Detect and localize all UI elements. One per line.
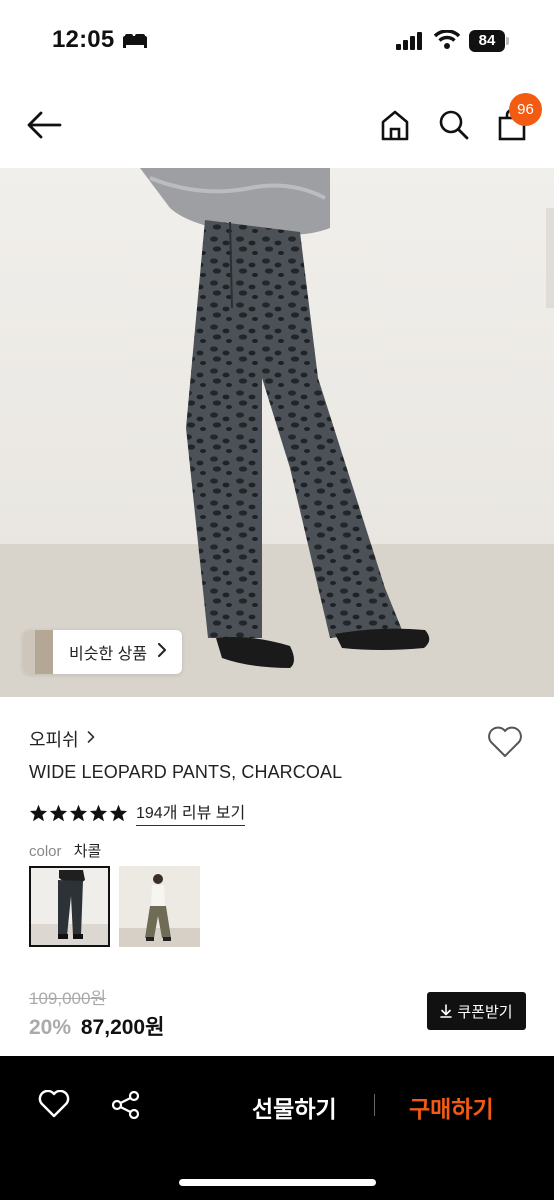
- brand-link[interactable]: 오피쉬: [29, 726, 95, 752]
- brand-name: 오피쉬: [29, 730, 79, 750]
- star-icon: [89, 804, 108, 821]
- color-swatch-charcoal[interactable]: [29, 866, 110, 947]
- color-swatch-khaki[interactable]: [119, 866, 200, 947]
- battery-tip: [506, 37, 509, 45]
- download-icon: [440, 1004, 453, 1018]
- product-title: WIDE LEOPARD PANTS, CHARCOAL: [29, 762, 343, 782]
- buy-button[interactable]: 구매하기: [409, 1090, 494, 1124]
- original-price: 109,000원: [29, 989, 107, 1008]
- chevron-right-icon: [87, 730, 95, 748]
- search-icon[interactable]: [438, 109, 470, 146]
- chevron-right-icon: [157, 642, 167, 662]
- wishlist-heart-icon[interactable]: [487, 726, 523, 763]
- bottom-heart-icon[interactable]: [38, 1089, 70, 1123]
- discount-rate: 20%: [29, 1016, 72, 1039]
- gift-button[interactable]: 선물하기: [252, 1090, 337, 1124]
- cart-count-badge: 96: [509, 93, 542, 126]
- bottom-action-bar: 선물하기 구매하기: [0, 1056, 554, 1200]
- swatch-thumbnail: [31, 868, 108, 945]
- sale-price: 87,200원: [80, 1016, 165, 1039]
- cellular-signal-icon: [396, 32, 424, 55]
- status-bar: 12:05 84: [0, 0, 554, 80]
- wifi-icon: [433, 29, 461, 55]
- review-link[interactable]: 194개 리뷰 보기: [136, 799, 246, 826]
- sleep-focus-icon: [122, 33, 148, 54]
- back-arrow-icon[interactable]: [26, 110, 62, 145]
- star-icon: [49, 804, 68, 821]
- similar-products-thumbnail: [23, 630, 53, 674]
- swatch-thumbnail: [119, 866, 200, 947]
- similar-products-button[interactable]: 비슷한 상품: [23, 630, 182, 674]
- similar-products-label: 비슷한 상품: [69, 646, 148, 663]
- home-indicator: [179, 1179, 376, 1186]
- home-icon[interactable]: [380, 109, 410, 146]
- battery-indicator: 84: [469, 30, 505, 52]
- product-photo-illustration: [0, 168, 554, 697]
- top-navigation: 96: [0, 80, 554, 168]
- color-row: color 차콜: [29, 840, 101, 861]
- star-icon: [29, 804, 48, 821]
- share-icon[interactable]: [111, 1090, 141, 1124]
- rating-row: 194개 리뷰 보기: [29, 799, 246, 826]
- star-icon: [109, 804, 128, 821]
- divider: [374, 1094, 375, 1116]
- color-value: 차콜: [73, 843, 102, 860]
- coupon-download-button[interactable]: 쿠폰받기: [427, 992, 526, 1030]
- status-time: 12:05: [52, 26, 115, 53]
- product-detail-screen: 12:05 84 96 비슷한 상품 오피쉬 WIDE LEOPARD PANT…: [0, 0, 554, 1200]
- rating-stars: [29, 804, 128, 822]
- color-label: color: [29, 843, 62, 860]
- price-row: 20% 87,200원: [29, 1011, 164, 1041]
- coupon-label: 쿠폰받기: [457, 1003, 513, 1021]
- product-image[interactable]: 비슷한 상품: [0, 168, 554, 697]
- star-icon: [69, 804, 88, 821]
